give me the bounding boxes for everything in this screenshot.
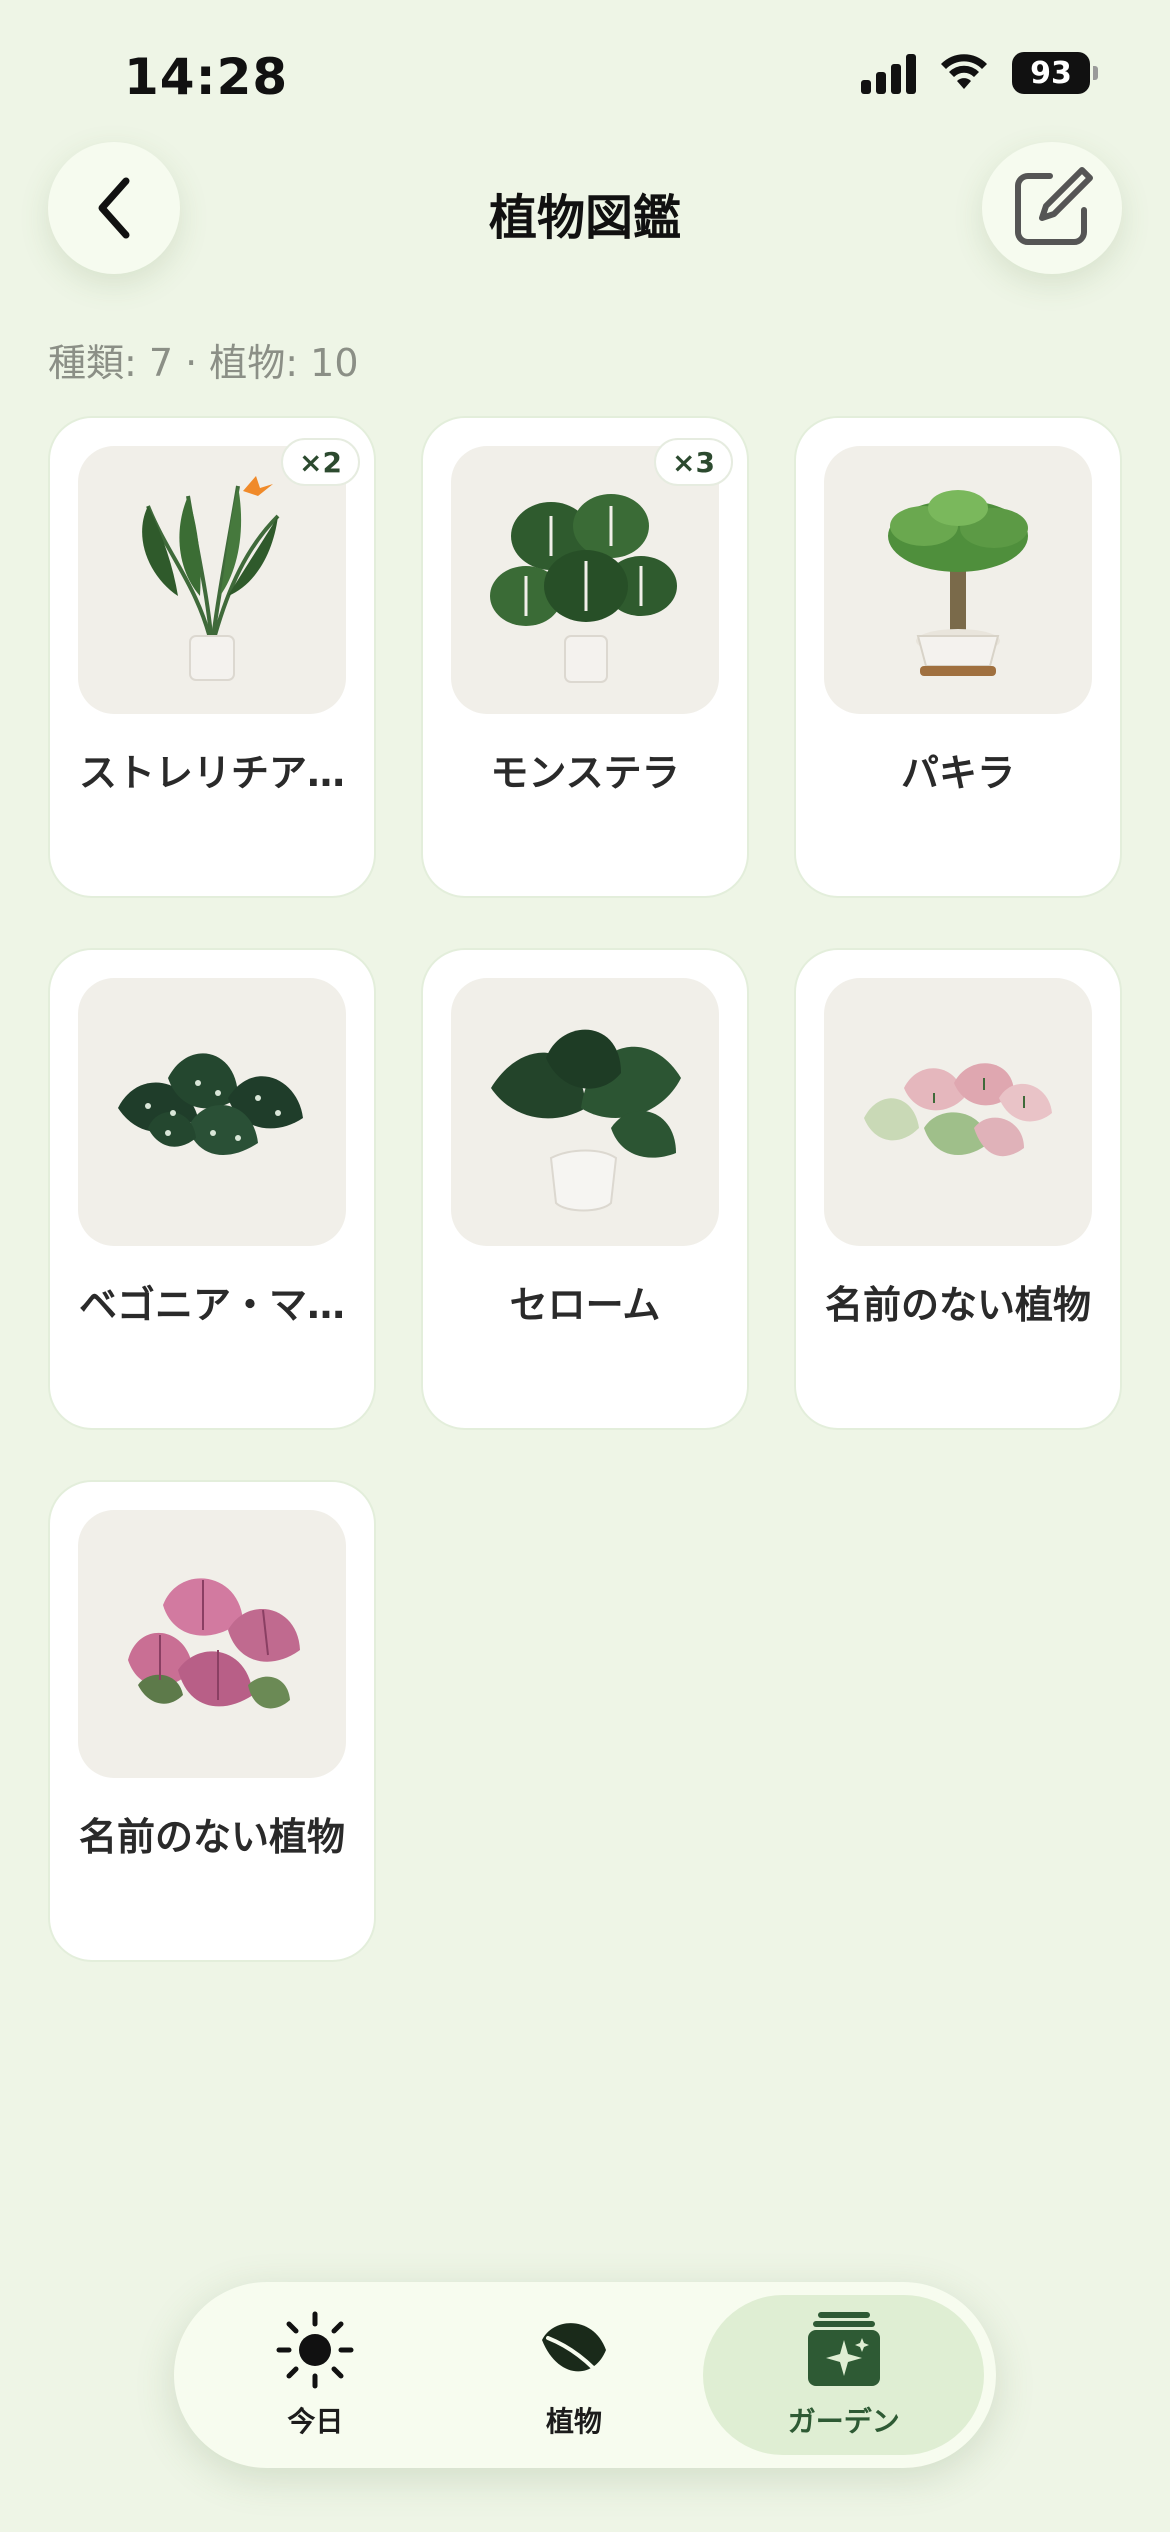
garden-icon — [807, 2312, 880, 2386]
sun-icon — [276, 2311, 354, 2389]
tab-label: 植物 — [546, 2405, 603, 2438]
count-badge: ×3 — [654, 438, 733, 486]
tab-label: 今日 — [287, 2405, 344, 2438]
selloum-image — [491, 1029, 681, 1212]
plant-image — [78, 978, 346, 1246]
status-icons: 93 — [861, 52, 1098, 94]
plant-image — [451, 978, 719, 1246]
plant-name: ストレリチア… — [78, 751, 345, 795]
plant-image — [824, 446, 1092, 714]
pachira-image — [888, 490, 1028, 676]
plant-name: 名前のない植物 — [78, 1815, 345, 1859]
plant-card[interactable]: 名前のない植物 — [48, 1480, 376, 1962]
begonia-image — [118, 1053, 303, 1155]
strelitzia-image — [142, 476, 280, 681]
plant-image — [78, 446, 346, 714]
plant-card[interactable]: パキラ — [794, 416, 1122, 898]
plant-name: セローム — [509, 1283, 661, 1327]
leaf-icon — [542, 2323, 609, 2384]
status-time: 14:28 — [124, 48, 289, 106]
edit-button[interactable] — [982, 142, 1122, 274]
compose-icon — [1015, 167, 1093, 245]
caladium-light-image — [864, 1063, 1052, 1157]
tab-garden[interactable]: ガーデン — [703, 2295, 984, 2455]
wifi-icon — [941, 54, 987, 89]
plant-card[interactable]: 名前のない植物 — [794, 948, 1122, 1430]
tab-plants[interactable]: 植物 — [445, 2295, 704, 2455]
tab-bar: 今日 植物 ガーデン — [174, 2282, 996, 2468]
plant-name: モンステラ — [490, 751, 680, 795]
plant-image — [78, 1510, 346, 1778]
plant-card[interactable]: セローム — [421, 948, 749, 1430]
plant-image — [451, 446, 719, 714]
cellular-signal-icon — [861, 52, 916, 94]
count-badge: ×2 — [281, 438, 360, 486]
caladium-pink-image — [128, 1578, 300, 1709]
plant-name: 名前のない植物 — [824, 1283, 1091, 1327]
plant-grid: ×2 ストレリチア… ×3 モンステラ パキラ ベゴニア・マ… セローム 名前の… — [48, 416, 1122, 1962]
monstera-image — [490, 494, 677, 683]
tab-label: ガーデン — [787, 2405, 900, 2438]
plant-card[interactable]: ×2 ストレリチア… — [48, 416, 376, 898]
plant-name: ベゴニア・マ… — [78, 1283, 345, 1327]
screen: 14:28 93 植物図鑑 種類: 7 · 植物: 10 ×2 ストレリチア… … — [0, 0, 1170, 2532]
plant-card[interactable]: ×3 モンステラ — [421, 416, 749, 898]
tab-today[interactable]: 今日 — [186, 2295, 445, 2455]
plant-name: パキラ — [900, 751, 1015, 795]
collection-summary: 種類: 7 · 植物: 10 — [48, 341, 359, 385]
battery-indicator: 93 — [1012, 52, 1098, 94]
plant-card[interactable]: ベゴニア・マ… — [48, 948, 376, 1430]
plant-image — [824, 978, 1092, 1246]
